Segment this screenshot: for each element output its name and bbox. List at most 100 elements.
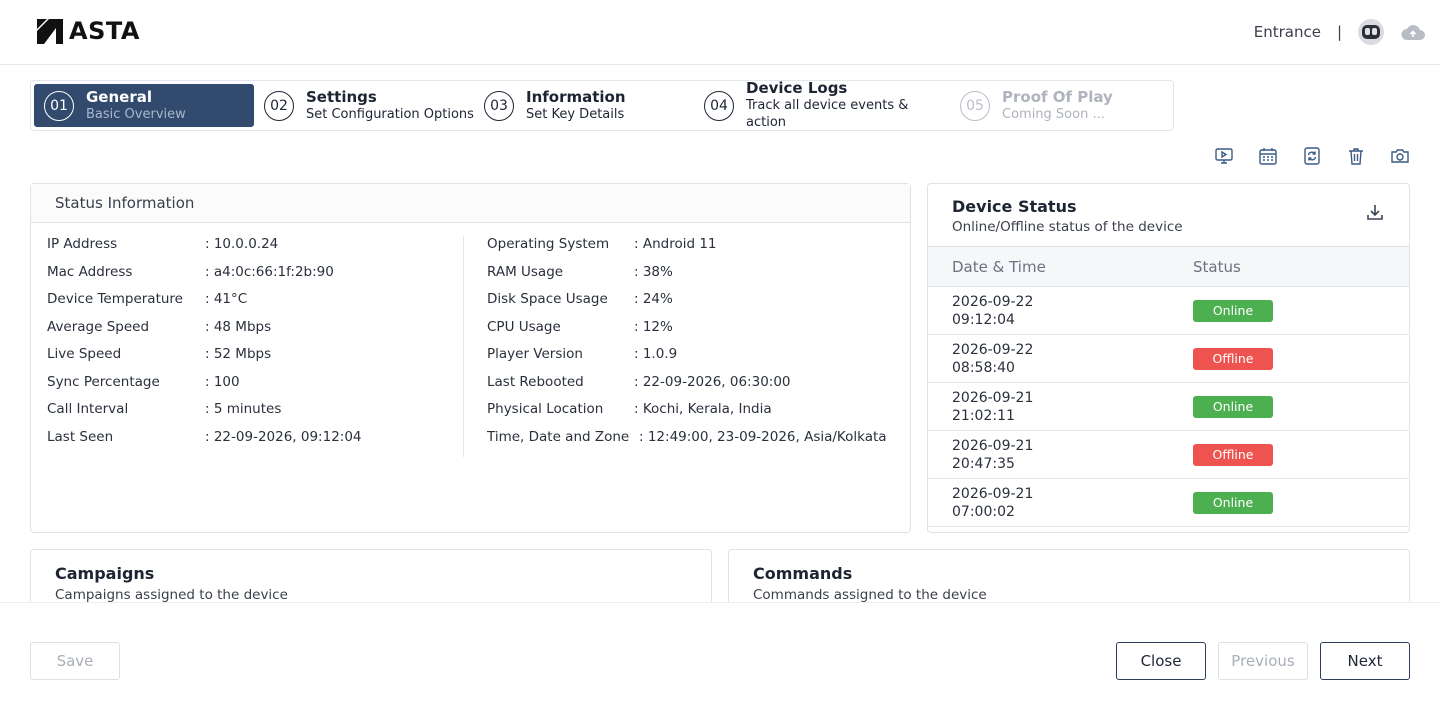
status-time: 07:00:02	[952, 503, 1015, 520]
info-label: Operating System	[487, 236, 610, 252]
campaigns-title: Campaigns	[55, 564, 155, 583]
status-time: 09:12:04	[952, 311, 1015, 328]
status-datetime: 2026-09-22 08:58:40	[928, 341, 1193, 377]
next-button[interactable]: Next	[1320, 642, 1410, 680]
table-row: 2026-09-22 09:12:04 Online	[928, 287, 1409, 335]
step-subtitle: Set Configuration Options	[306, 106, 474, 122]
campaigns-card: Campaigns Campaigns assigned to the devi…	[30, 549, 712, 609]
device-status-subtitle: Online/Offline status of the device	[952, 219, 1183, 235]
info-value: : 24%	[634, 291, 673, 307]
cloud-upload-icon[interactable]	[1400, 22, 1426, 42]
status-date: 2026-09-21	[952, 485, 1034, 502]
step-general[interactable]: 01 General Basic Overview	[34, 84, 254, 127]
info-row-mac-address: Mac Address: a4:0c:66:1f:2b:90	[47, 264, 463, 292]
step-subtitle: Set Key Details	[526, 106, 625, 122]
status-info-left-column: IP Address: 10.0.0.24 Mac Address: a4:0c…	[47, 236, 464, 457]
status-datetime: 2026-09-22 09:12:04	[928, 293, 1193, 329]
delete-button[interactable]	[1346, 145, 1366, 167]
info-label: Average Speed	[47, 318, 150, 335]
info-label: Physical Location	[487, 401, 604, 417]
save-button[interactable]: Save	[30, 642, 120, 680]
info-value: : 41°C	[205, 291, 248, 307]
status-info-right-column: Operating System: Android 11 RAM Usage: …	[487, 236, 897, 456]
info-row-ram-usage: RAM Usage: 38%	[487, 264, 897, 292]
calendar-icon	[1259, 148, 1277, 165]
step-subtitle: Track all device events & action	[746, 98, 909, 130]
device-status-table-header: Date & Time Status	[928, 247, 1409, 287]
commands-card: Commands Commands assigned to the device	[728, 549, 1410, 609]
step-number: 01	[44, 90, 74, 121]
info-value: : 10.0.0.24	[205, 236, 279, 252]
info-row-device-temperature: Device Temperature : 41°C	[47, 291, 463, 319]
refresh-button[interactable]	[1302, 145, 1322, 167]
commands-subtitle: Commands assigned to the device	[753, 587, 987, 603]
step-device-logs[interactable]: 04 Device Logs Track all device events &…	[694, 80, 950, 130]
step-subtitle: Basic Overview	[86, 106, 186, 122]
header-separator: |	[1336, 23, 1342, 41]
info-row-call-interval: Call Interval : 5 minutes	[47, 401, 463, 429]
info-row-player-version: Player Version : 1.0.9	[487, 346, 897, 374]
column-header-date-time: Date & Time	[952, 257, 1046, 276]
info-row-live-speed: Live Speed: 52 Mbps	[47, 346, 463, 374]
info-value: : 22-09-2026, 09:12:04	[205, 428, 362, 445]
status-time: 21:02:11	[952, 407, 1015, 424]
info-row-disk-space-usage: Disk Space Usage : 24%	[487, 291, 897, 319]
status-information-card: Status Information IP Address: 10.0.0.24…	[30, 183, 911, 533]
info-row-time-date-zone: Time, Date and Zone: 12:49:00, 23-09-202…	[487, 429, 897, 457]
info-value: : 52 Mbps	[205, 346, 272, 362]
status-date: 2026-09-22	[952, 293, 1034, 310]
status-time: 20:47:35	[952, 455, 1015, 472]
brand-logo[interactable]: ASTA	[37, 19, 140, 44]
info-value: : a4:0c:66:1f:2b:90	[205, 263, 334, 280]
info-value: : 12:49:00, 23-09-2026, Asia/Kolkata	[639, 428, 887, 445]
info-value: : 1.0.9	[634, 346, 678, 362]
step-number: 02	[264, 90, 294, 121]
device-status-table-body: 2026-09-22 09:12:04 Online 2026-09-22 08:58:…	[928, 287, 1409, 527]
brand-name: ASTA	[69, 17, 140, 45]
device-avatar-icon	[1362, 25, 1380, 39]
status-datetime: 2026-09-21 20:47:35	[928, 437, 1193, 473]
status-time: 08:58:40	[952, 359, 1015, 376]
download-icon[interactable]	[1365, 202, 1385, 222]
column-header-status: Status	[1193, 257, 1241, 276]
step-information[interactable]: 03 Information Set Key Details	[474, 84, 694, 127]
status-badge: Online	[1193, 491, 1273, 514]
step-number: 05	[960, 90, 990, 121]
commands-title: Commands	[753, 564, 853, 583]
info-value: : 48 Mbps	[205, 318, 272, 335]
step-title: Proof Of Play	[1002, 87, 1113, 106]
footer-actions: Save Close Previous Next	[0, 602, 1440, 704]
campaigns-subtitle: Campaigns assigned to the device	[55, 587, 288, 603]
info-value: : Kochi, Kerala, India	[634, 401, 772, 417]
info-label: Player Version	[487, 346, 583, 362]
info-value: : 5 minutes	[205, 401, 282, 417]
step-settings[interactable]: 02 Settings Set Configuration Options	[254, 84, 474, 127]
refresh-icon	[1304, 147, 1320, 165]
info-label: Device Temperature	[47, 291, 183, 307]
remote-screen-icon	[1215, 148, 1233, 164]
app-header: ASTA Entrance |	[0, 0, 1440, 65]
device-toolbar	[1214, 145, 1410, 167]
previous-button[interactable]: Previous	[1218, 642, 1308, 680]
device-status-header: Device Status Online/Offline status of t…	[928, 184, 1409, 247]
info-label: Call Interval	[47, 401, 129, 417]
info-label: Disk Space Usage	[487, 291, 608, 307]
step-number: 03	[484, 90, 514, 121]
logo-mark-icon	[37, 19, 63, 44]
info-value: : 38%	[634, 263, 673, 280]
status-date: 2026-09-22	[952, 341, 1034, 358]
screenshot-button[interactable]	[1390, 145, 1410, 167]
info-row-cpu-usage: CPU Usage: 12%	[487, 319, 897, 347]
status-datetime: 2026-09-21 21:02:11	[928, 389, 1193, 425]
device-status-title: Device Status	[952, 197, 1077, 216]
schedule-button[interactable]	[1258, 145, 1278, 167]
avatar[interactable]	[1358, 19, 1384, 45]
info-label: Last Rebooted	[487, 373, 584, 390]
step-title: Device Logs	[746, 79, 848, 97]
step-title: Information	[526, 87, 626, 106]
remote-screen-button[interactable]	[1214, 145, 1234, 167]
close-button[interactable]: Close	[1116, 642, 1206, 680]
location-name[interactable]: Entrance	[1254, 23, 1321, 41]
info-label: CPU Usage	[487, 318, 561, 335]
info-value: : 100	[205, 373, 240, 390]
